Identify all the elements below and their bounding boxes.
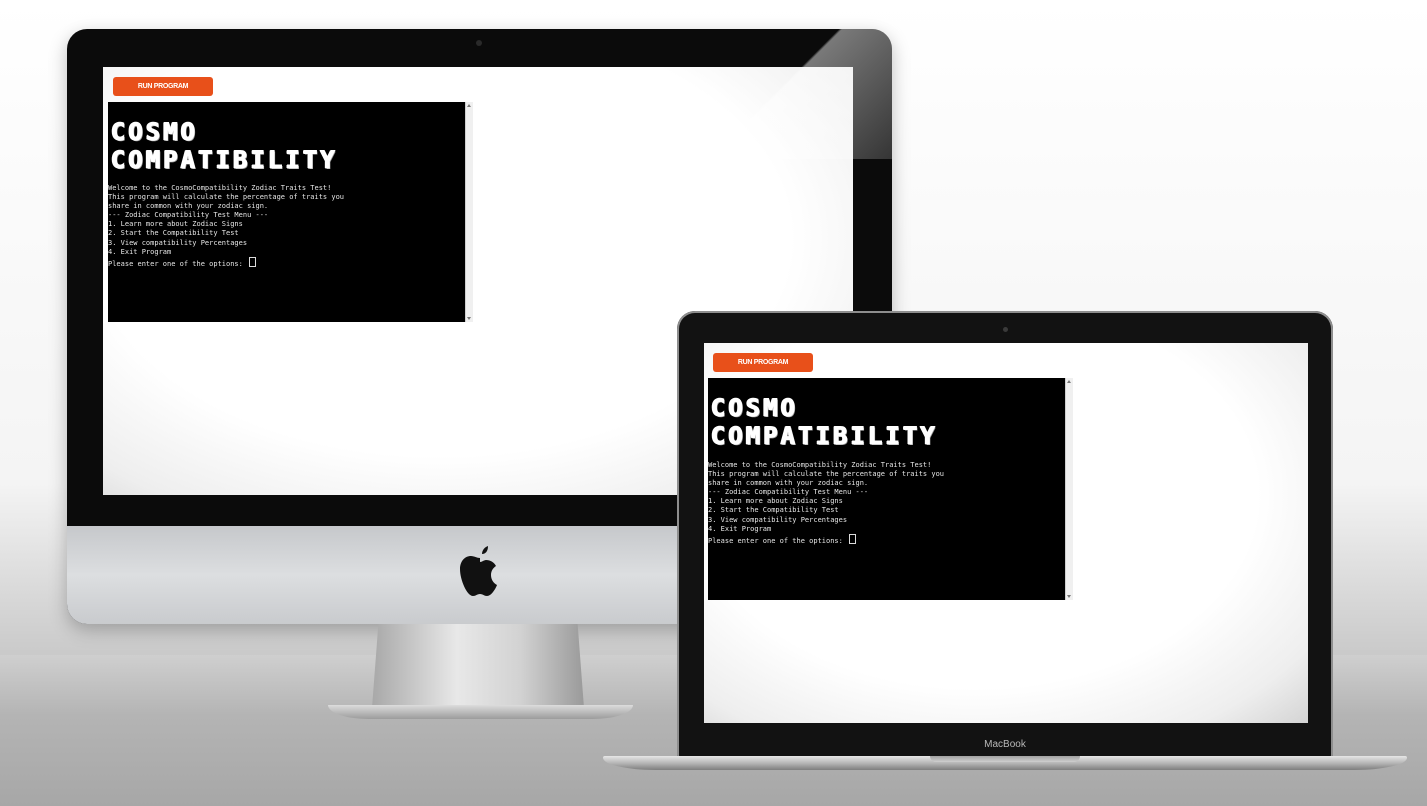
terminal-prompt: Please enter one of the options: [708, 536, 848, 545]
scroll-down-arrow-icon[interactable] [1067, 595, 1071, 598]
terminal-cursor[interactable] [849, 533, 857, 544]
imac-stand-foot [328, 705, 633, 719]
terminal-prompt-line: Please enter one of the options: [708, 533, 944, 546]
terminal-line: --- Zodiac Compatibility Test Menu --- [108, 211, 269, 220]
terminal-line: Welcome to the CosmoCompatibility Zodiac… [708, 461, 932, 469]
terminal-line: 3. View compatibility Percentages [108, 238, 248, 247]
banner-line-cosmo: COSMO [111, 118, 199, 147]
banner-line-compatibility: COMPATIBILITY [111, 146, 338, 175]
terminal-line: 2. Start the Compatibility Test [708, 506, 839, 515]
apple-logo-icon [460, 546, 497, 596]
terminal-line: 3. View compatibility Percentages [708, 515, 848, 524]
imac-stand [372, 624, 584, 708]
scroll-up-arrow-icon[interactable] [467, 104, 471, 107]
ascii-banner: COSMO COMPATIBILITY [111, 118, 338, 175]
terminal-line: Welcome to the CosmoCompatibility Zodiac… [108, 184, 332, 192]
banner-line-compatibility: COMPATIBILITY [711, 422, 938, 451]
terminal-line: share in common with your zodiac sign. [108, 202, 269, 211]
macbook-label: MacBook [984, 739, 1026, 750]
imac-glare [707, 29, 892, 159]
terminal-output: Welcome to the CosmoCompatibility Zodiac… [708, 461, 944, 546]
terminal-window[interactable]: COSMO COMPATIBILITY Welcome to the Cosmo… [108, 102, 473, 322]
terminal-scrollbar[interactable] [1065, 378, 1073, 600]
terminal-line: share in common with your zodiac sign. [708, 479, 869, 488]
macbook-opening-notch [930, 756, 1080, 762]
run-program-button[interactable]: RUN PROGRAM [713, 353, 813, 372]
terminal-line: 1. Learn more about Zodiac Signs [708, 497, 843, 506]
terminal-output: Welcome to the CosmoCompatibility Zodiac… [108, 184, 344, 269]
terminal-line: This program will calculate the percenta… [708, 470, 945, 479]
macbook-camera [1003, 327, 1008, 332]
terminal-prompt-line: Please enter one of the options: [108, 256, 344, 269]
terminal-line: 4. Exit Program [108, 247, 172, 256]
terminal-line: 4. Exit Program [708, 524, 772, 533]
terminal-scrollbar[interactable] [465, 102, 473, 322]
terminal-prompt: Please enter one of the options: [108, 259, 248, 268]
scroll-up-arrow-icon[interactable] [1067, 380, 1071, 383]
terminal-cursor[interactable] [249, 256, 257, 267]
terminal-line: 2. Start the Compatibility Test [108, 229, 239, 238]
macbook-screen: RUN PROGRAM COSMO COMPATIBILITY Welcome … [704, 343, 1308, 723]
macbook-mockup: RUN PROGRAM COSMO COMPATIBILITY Welcome … [677, 311, 1333, 759]
terminal-window[interactable]: COSMO COMPATIBILITY Welcome to the Cosmo… [708, 378, 1073, 600]
run-program-button[interactable]: RUN PROGRAM [113, 77, 213, 96]
imac-camera [476, 40, 482, 46]
ascii-banner: COSMO COMPATIBILITY [711, 394, 938, 451]
scroll-down-arrow-icon[interactable] [467, 317, 471, 320]
terminal-line: 1. Learn more about Zodiac Signs [108, 220, 243, 229]
terminal-line: --- Zodiac Compatibility Test Menu --- [708, 488, 869, 497]
terminal-line: This program will calculate the percenta… [108, 193, 345, 202]
banner-line-cosmo: COSMO [711, 394, 799, 423]
